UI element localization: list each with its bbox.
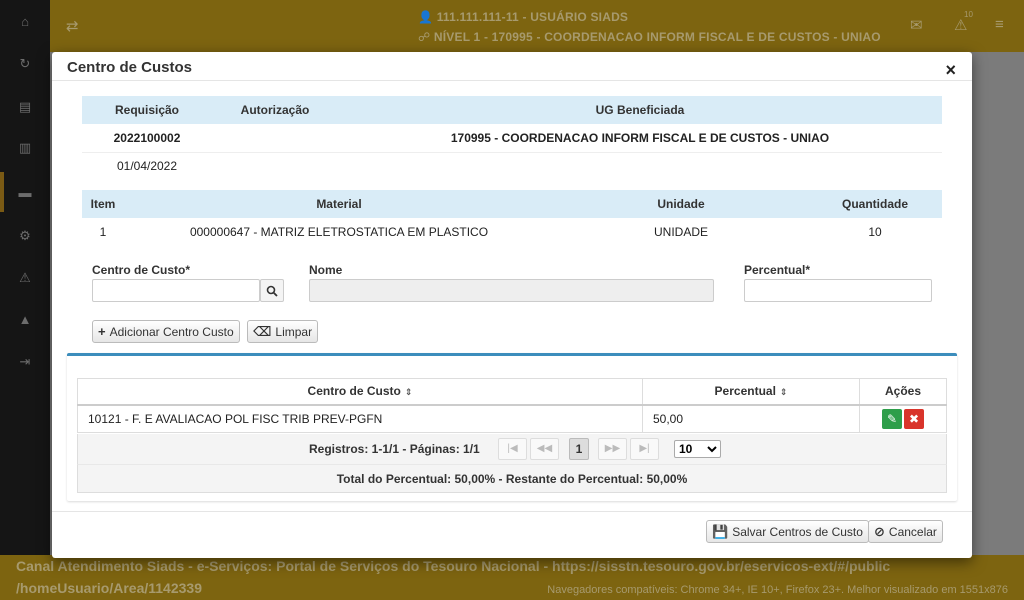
- footer-line2: /homeUsuario/Area/1142339: [16, 580, 202, 596]
- percentual-totals: Total do Percentual: 50,00% - Restante d…: [77, 464, 947, 493]
- last-page-icon[interactable]: ▶|: [630, 438, 659, 460]
- search-button[interactable]: [260, 279, 284, 302]
- records-info: Registros: 1-1/1 - Páginas: 1/1: [309, 442, 480, 456]
- table-row: 10121 - F. E AVALIACAO POL FISC TRIB PRE…: [77, 404, 947, 433]
- centro-custo-input[interactable]: [92, 279, 260, 302]
- col-item: Item: [82, 190, 124, 218]
- cancel-button[interactable]: ⊘ Cancelar: [868, 520, 943, 543]
- footer-browsers: Navegadores compatíveis: Chrome 34+, IE …: [547, 584, 1008, 596]
- sidebar-active-indicator: [0, 172, 4, 212]
- clear-button[interactable]: ⌫ Limpar: [247, 320, 319, 343]
- footer: Canal Atendimento Siads - e-Serviços: Po…: [0, 555, 1024, 600]
- nome-input: [309, 279, 714, 302]
- delete-button[interactable]: ✖: [904, 408, 924, 429]
- edit-button[interactable]: ✎: [882, 408, 902, 429]
- barcode-icon[interactable]: ▥: [17, 140, 33, 156]
- warning-icon[interactable]: ⚠: [17, 270, 33, 286]
- swap-icon[interactable]: ⇄: [66, 17, 79, 35]
- col-centro-custo[interactable]: Centro de Custo ⇕: [77, 378, 643, 406]
- item-number: 1: [99, 225, 107, 239]
- sidebar: ⌂ ↻ ▤ ▥ ▬ ⚙ ⚠ ▲ ⇥: [0, 0, 50, 555]
- level-line: ☍ NÍVEL 1 - 170995 - COORDENACAO INFORM …: [418, 30, 881, 44]
- top-header: ⇄ 👤 111.111.111-11 - USUÁRIO SIADS ☍ NÍV…: [50, 0, 1024, 52]
- settings-icon[interactable]: ⚙: [17, 228, 33, 244]
- col-ug-beneficiada: UG Beneficiada: [338, 96, 942, 124]
- nome-label: Nome: [309, 263, 343, 277]
- row-actions: ✎ ✖: [859, 404, 947, 433]
- prev-page-icon[interactable]: ◀◀: [530, 438, 559, 460]
- modal-footer-divider: [52, 511, 972, 512]
- current-page[interactable]: 1: [569, 438, 589, 460]
- col-unidade: Unidade: [554, 190, 808, 218]
- col-requisicao: Requisição: [82, 96, 212, 124]
- page-size-select[interactable]: 10: [674, 440, 721, 458]
- autorizacao-value: [212, 124, 338, 153]
- ug-value: 170995 - COORDENACAO INFORM FISCAL E DE …: [338, 124, 942, 153]
- archive-icon[interactable]: ▬: [17, 185, 33, 201]
- percentual-input[interactable]: [744, 279, 932, 302]
- col-acoes: Ações: [859, 378, 947, 406]
- modal-title: Centro de Custos: [67, 59, 193, 76]
- graduation-icon[interactable]: ▲: [17, 312, 33, 328]
- cancel-icon: ⊘: [874, 523, 885, 539]
- plus-icon: +: [98, 324, 106, 339]
- add-cost-center-button[interactable]: + Adicionar Centro Custo: [92, 320, 240, 343]
- eraser-icon: ⌫: [253, 323, 272, 339]
- close-icon[interactable]: ×: [945, 61, 956, 79]
- search-icon: [266, 285, 278, 297]
- table-row: 01/04/2022: [82, 152, 942, 180]
- mail-icon[interactable]: ✉: [910, 16, 923, 34]
- user-line: 👤 111.111.111-11 - USUÁRIO SIADS: [418, 10, 629, 24]
- row-percentual: 50,00: [642, 404, 860, 433]
- table-row: 2022100002 170995 - COORDENACAO INFORM F…: [82, 124, 942, 153]
- col-material: Material: [124, 190, 554, 218]
- percentual-label: Percentual*: [744, 263, 811, 277]
- col-percentual[interactable]: Percentual ⇕: [642, 378, 860, 406]
- menu-icon[interactable]: ≡: [995, 16, 1004, 33]
- alert-badge: 10: [964, 10, 973, 19]
- centro-custo-label: Centro de Custo*: [92, 263, 191, 277]
- table-row: 1 000000647 - MATRIZ ELETROSTATICA EM PL…: [82, 218, 942, 246]
- requisition-date: 01/04/2022: [116, 159, 178, 174]
- item-quantidade: 10: [868, 225, 882, 239]
- document-icon[interactable]: ▤: [17, 99, 33, 115]
- requisition-info-table: Requisição Autorização UG Beneficiada 20…: [82, 96, 942, 180]
- item-unidade: UNIDADE: [653, 225, 708, 239]
- first-page-icon[interactable]: |◀: [498, 438, 527, 460]
- requisicao-value: 2022100002: [82, 124, 212, 153]
- row-centro-custo: 10121 - F. E AVALIACAO POL FISC TRIB PRE…: [77, 404, 643, 433]
- footer-line1: Canal Atendimento Siads - e-Serviços: Po…: [16, 558, 891, 574]
- modal-header-divider: [52, 80, 972, 81]
- items-table: Item Material Unidade Quantidade 1 00000…: [82, 190, 942, 246]
- cost-centers-grid: Centro de Custo ⇕ Percentual ⇕ Ações 10121…: [77, 378, 947, 433]
- col-autorizacao: Autorização: [212, 96, 338, 124]
- save-icon: 💾: [712, 523, 729, 539]
- next-page-icon[interactable]: ▶▶: [598, 438, 627, 460]
- sort-icon: ⇕: [404, 387, 413, 398]
- cost-center-modal: Centro de Custos × Requisição Autorizaçã…: [52, 52, 972, 558]
- save-cost-centers-button[interactable]: 💾 Salvar Centros de Custo: [706, 520, 869, 543]
- pagination-bar: Registros: 1-1/1 - Páginas: 1/1 |◀ ◀◀ 1 …: [77, 434, 947, 464]
- home-icon[interactable]: ⌂: [17, 14, 33, 30]
- refresh-icon[interactable]: ↻: [17, 56, 33, 72]
- cost-centers-panel: Centro de Custo ⇕ Percentual ⇕ Ações 10121…: [67, 353, 957, 501]
- col-quantidade: Quantidade: [808, 190, 942, 218]
- sort-icon: ⇕: [779, 387, 788, 398]
- logout-icon[interactable]: ⇥: [17, 354, 33, 370]
- item-material: 000000647 - MATRIZ ELETROSTATICA EM PLAS…: [189, 225, 489, 239]
